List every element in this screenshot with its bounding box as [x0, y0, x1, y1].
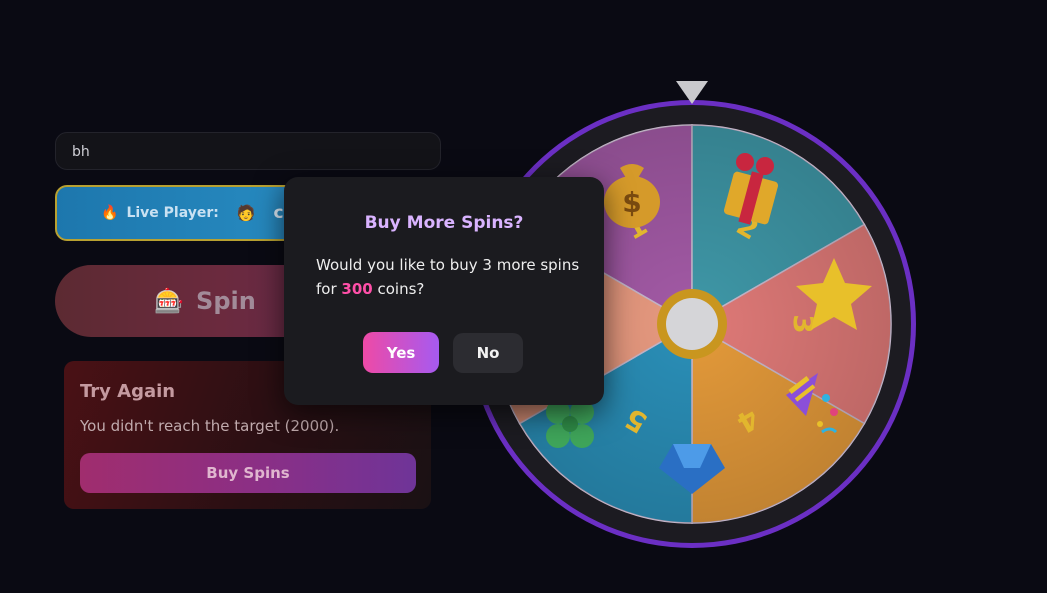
yes-button[interactable]: Yes: [363, 332, 439, 373]
dialog-title: Buy More Spins?: [364, 213, 524, 233]
dialog-message-suffix: coins?: [372, 280, 425, 298]
buy-spins-dialog: Buy More Spins? Would you like to buy 3 …: [284, 177, 604, 405]
coin-amount: 300: [341, 280, 373, 298]
svg-text:$: $: [622, 186, 641, 219]
no-button[interactable]: No: [453, 333, 523, 373]
dialog-message: Would you like to buy 3 more spins for 3…: [316, 253, 586, 301]
